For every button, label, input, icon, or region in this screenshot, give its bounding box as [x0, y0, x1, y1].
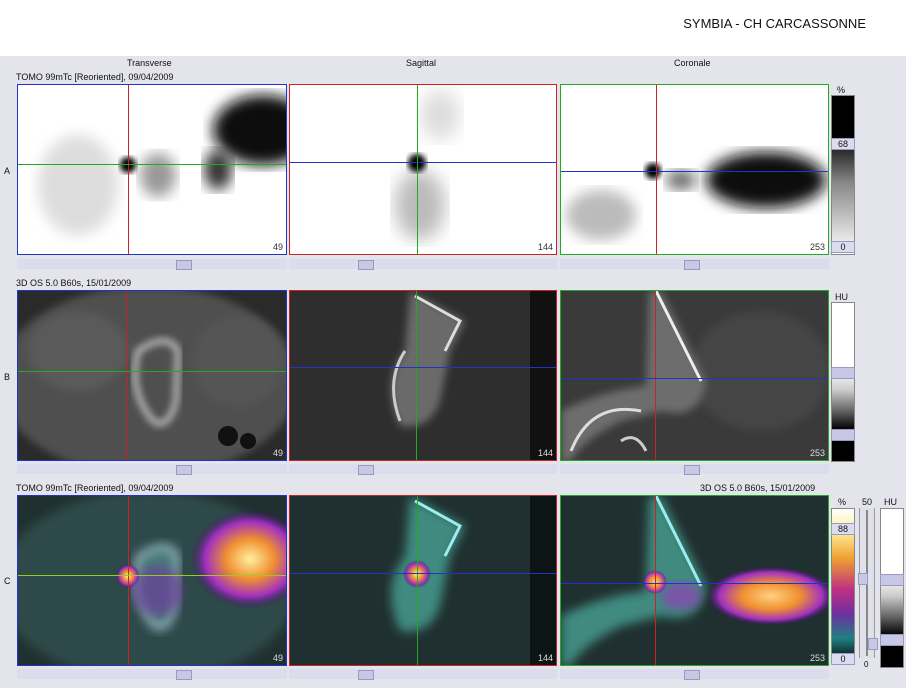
crosshair-vertical[interactable] [655, 496, 656, 665]
slice-number: 49 [272, 242, 283, 252]
row-b-label: B [4, 372, 11, 382]
column-header-sagittal: Sagittal [406, 58, 437, 68]
slider-thumb-icon[interactable] [684, 670, 700, 680]
viewport-b-coronal[interactable]: 253 [560, 290, 829, 461]
pet-coronal-image [566, 152, 826, 240]
crosshair-horizontal[interactable] [18, 575, 286, 576]
crosshair-horizontal[interactable] [290, 573, 556, 574]
viewport-b-transverse[interactable]: 49 [17, 290, 287, 461]
row-a-series-label: TOMO 99mTc [Reoriented], 09/04/2009 [16, 72, 174, 82]
scrollbar-a-coronal[interactable] [560, 259, 829, 270]
colorbar-b-lower-handle[interactable] [831, 429, 855, 441]
colorbar-a[interactable] [831, 95, 855, 255]
slider-thumb-icon[interactable] [176, 260, 192, 270]
colorbar-b-upper-handle[interactable] [831, 367, 855, 379]
colorbar-c-ct-unit: HU [884, 497, 897, 507]
column-header-transverse: Transverse [127, 58, 172, 68]
slice-number: 253 [809, 448, 825, 458]
fusion-slider-top-value: 50 [862, 497, 873, 507]
pet-transverse-image [38, 95, 286, 235]
crosshair-vertical[interactable] [656, 85, 657, 254]
slider-thumb-icon[interactable] [176, 670, 192, 680]
viewport-a-sagittal[interactable]: 144 [289, 84, 557, 255]
row-c-series-label-left: TOMO 99mTc [Reoriented], 09/04/2009 [16, 483, 174, 493]
scrollbar-c-transverse[interactable] [17, 669, 287, 680]
viewport-a-coronal[interactable]: 253 [560, 84, 829, 255]
ct-sagittal-image [290, 291, 556, 460]
crosshair-vertical[interactable] [128, 496, 129, 665]
slider-thumb-icon[interactable] [684, 465, 700, 475]
colorbar-c-unit: % [838, 497, 847, 507]
crosshair-horizontal[interactable] [290, 162, 556, 163]
row-a-label: A [4, 166, 11, 176]
colorbar-c-ct-lower-handle[interactable] [880, 634, 904, 646]
viewport-b-sagittal[interactable]: 144 [289, 290, 557, 461]
scrollbar-b-transverse[interactable] [17, 464, 287, 475]
row-c-label: C [4, 576, 11, 586]
crosshair-horizontal[interactable] [18, 371, 286, 372]
crosshair-vertical[interactable] [126, 291, 127, 460]
crosshair-vertical[interactable] [417, 85, 418, 254]
crosshair-vertical[interactable] [416, 291, 417, 460]
scrollbar-a-transverse[interactable] [17, 259, 287, 270]
crosshair-horizontal[interactable] [290, 367, 556, 368]
crosshair-horizontal[interactable] [18, 164, 286, 165]
fusion-sagittal-image [290, 496, 556, 665]
colorbar-b-unit: HU [835, 292, 848, 302]
colorbar-c-top-value[interactable]: 88 [831, 523, 855, 535]
column-header-coronal: Coronale [674, 58, 711, 68]
crosshair-horizontal[interactable] [561, 583, 828, 584]
slice-number: 144 [537, 653, 553, 663]
slider-thumb-icon[interactable] [358, 260, 374, 270]
viewport-a-transverse[interactable]: 49 [17, 84, 287, 255]
ct-coronal-image [561, 291, 828, 460]
colorbar-c-bottom-value[interactable]: 0 [831, 653, 855, 665]
ct-transverse-image [18, 291, 286, 460]
slider-thumb-icon[interactable] [684, 260, 700, 270]
row-b-series-label: 3D OS 5.0 B60s, 15/01/2009 [16, 278, 132, 288]
colorbar-c-ct-upper-handle[interactable] [880, 574, 904, 586]
slice-number: 253 [809, 653, 825, 663]
viewport-c-sagittal[interactable]: 144 [289, 495, 557, 666]
row-c-series-label-right: 3D OS 5.0 B60s, 15/01/2009 [700, 483, 816, 493]
pet-sagittal-image [395, 90, 460, 240]
crosshair-vertical[interactable] [128, 85, 129, 254]
crosshair-vertical[interactable] [417, 496, 418, 665]
fusion-coronal-image [561, 496, 828, 665]
slice-number: 144 [537, 242, 553, 252]
scrollbar-c-coronal[interactable] [560, 669, 829, 680]
slice-number: 49 [272, 448, 283, 458]
slice-number: 49 [272, 653, 283, 663]
crosshair-horizontal[interactable] [561, 171, 828, 172]
scrollbar-b-sagittal[interactable] [289, 464, 557, 475]
app-window: SYMBIA - CH CARCASSONNE Transverse Sagit… [0, 0, 906, 688]
slider-thumb-icon[interactable] [176, 465, 192, 475]
fusion-blend-slider-thumb-2[interactable] [868, 638, 878, 650]
slice-number: 253 [809, 242, 825, 252]
viewport-c-transverse[interactable]: 49 [17, 495, 287, 666]
colorbar-a-unit: % [837, 85, 846, 95]
app-title: SYMBIA - CH CARCASSONNE [683, 16, 866, 31]
scrollbar-c-sagittal[interactable] [289, 669, 557, 680]
scrollbar-a-sagittal[interactable] [289, 259, 557, 270]
colorbar-a-bottom-value[interactable]: 0 [831, 241, 855, 253]
scrollbar-b-coronal[interactable] [560, 464, 829, 475]
fusion-slider-bottom-value: 0 [864, 660, 869, 669]
slider-thumb-icon[interactable] [358, 670, 374, 680]
fusion-transverse-image [18, 496, 286, 665]
slice-number: 144 [537, 448, 553, 458]
slider-thumb-icon[interactable] [358, 465, 374, 475]
fusion-blend-slider-thumb[interactable] [858, 573, 868, 585]
crosshair-horizontal[interactable] [561, 378, 828, 379]
colorbar-a-top-value[interactable]: 68 [831, 138, 855, 150]
viewport-c-coronal[interactable]: 253 [560, 495, 829, 666]
crosshair-vertical[interactable] [655, 291, 656, 460]
